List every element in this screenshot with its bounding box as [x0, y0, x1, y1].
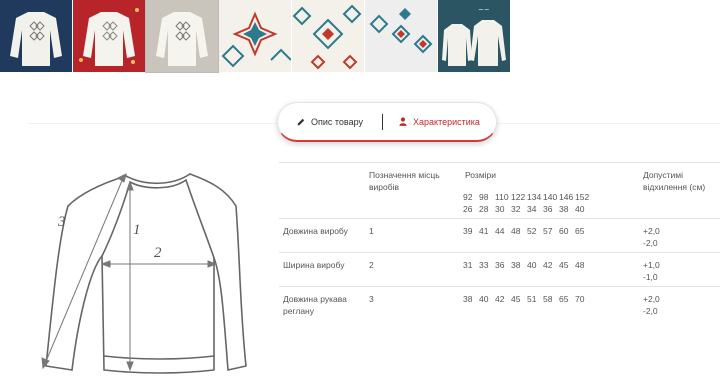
row-values: 38 40 42 45 51 58 65 70: [463, 293, 591, 305]
table-row: Довжина рукава реглану 3 38 40 42 45 51 …: [279, 286, 720, 322]
thumbnail-sweater-pair-teal[interactable]: ~~: [438, 0, 510, 72]
row-tolerance-minus: -1,0: [643, 272, 658, 282]
size-chest: 32: [511, 204, 521, 214]
row-value: 42: [495, 294, 505, 304]
size-chest: 26: [463, 204, 473, 214]
row-value: 58: [543, 294, 553, 304]
row-tolerance-plus: +2,0: [643, 226, 660, 236]
size-chest: 36: [543, 204, 553, 214]
row-value: 65: [575, 226, 585, 236]
row-value: 33: [479, 260, 489, 270]
label-3: 3: [57, 214, 66, 230]
row-mark: 1: [369, 226, 374, 236]
row-value: 45: [559, 260, 569, 270]
table-row: Довжина виробу 1 39 41 44 48 52 57 60 65…: [279, 218, 720, 252]
size-chest: 30: [495, 204, 505, 214]
sizes-chest-row: 26 28 30 32 34 36 38 40: [463, 203, 591, 215]
thumbnail-sweater-navy[interactable]: [0, 0, 72, 72]
table-row: Ширина виробу 2 31 33 36 38 40 42 45 48 …: [279, 252, 720, 286]
thumbnail-sweater-red[interactable]: [73, 0, 145, 72]
header-tolerance: Допустимі відхилення (см): [643, 170, 706, 192]
row-value: 40: [479, 294, 489, 304]
row-value: 42: [543, 260, 553, 270]
row-value: 38: [511, 260, 521, 270]
header-mark: Позначення місць виробів: [369, 170, 440, 192]
row-value: 51: [527, 294, 537, 304]
row-tolerance-minus: -2,0: [643, 306, 658, 316]
row-value: 40: [527, 260, 537, 270]
tab-description[interactable]: Опис товару: [278, 103, 382, 140]
thumbnail-sweater-grey[interactable]: [145, 0, 219, 73]
row-tolerance-minus: -2,0: [643, 238, 658, 248]
size-height: 98: [479, 192, 489, 202]
row-value: 44: [495, 226, 505, 236]
size-height: 92: [463, 192, 473, 202]
size-chest: 34: [527, 204, 537, 214]
row-tolerance-plus: +1,0: [643, 260, 660, 270]
size-height: 152: [575, 192, 590, 202]
row-value: 48: [575, 260, 585, 270]
table-header-row: Позначення місць виробів Розміри 92 98 1…: [279, 162, 720, 218]
size-height: 122: [511, 192, 526, 202]
row-value: 36: [495, 260, 505, 270]
row-value: 65: [559, 294, 569, 304]
size-height: 110: [495, 192, 509, 202]
header-sizes: Розміри: [465, 170, 497, 180]
row-value: 39: [463, 226, 473, 236]
row-value: 31: [463, 260, 473, 270]
label-1: 1: [133, 222, 141, 238]
row-name: Довжина рукава реглану: [283, 294, 347, 316]
row-value: 70: [575, 294, 585, 304]
row-mark: 3: [369, 294, 374, 304]
label-2: 2: [154, 245, 162, 261]
row-values: 31 33 36 38 40 42 45 48: [463, 259, 591, 271]
sizes-height-row: 92 98 110 122 134 140 146 152: [463, 191, 591, 203]
row-name: Ширина виробу: [283, 260, 345, 270]
gallery-thumbnails: ~~: [0, 0, 511, 73]
tab-characteristics-label: Характеристика: [413, 116, 480, 127]
row-value: 57: [543, 226, 553, 236]
tab-description-label: Опис товару: [310, 116, 364, 127]
size-chest: 38: [559, 204, 569, 214]
svg-text:~~: ~~: [478, 6, 490, 14]
size-chest: 28: [479, 204, 489, 214]
user-icon: [399, 117, 407, 126]
row-values: 39 41 44 48 52 57 60 65: [463, 225, 591, 237]
thumbnail-ornament-3[interactable]: [365, 0, 437, 72]
row-value: 38: [463, 294, 473, 304]
size-chest: 40: [575, 204, 585, 214]
size-height: 134: [527, 192, 542, 202]
size-height: 140: [543, 192, 558, 202]
sweater-measurement-diagram: 1 2 3: [41, 173, 247, 374]
thumbnail-ornament-2[interactable]: [292, 0, 364, 72]
row-name: Довжина виробу: [283, 226, 348, 236]
row-value: 45: [511, 294, 521, 304]
product-tabs: Опис товару Характеристика: [277, 102, 497, 142]
pencil-icon: [297, 118, 305, 125]
row-mark: 2: [369, 260, 374, 270]
row-value: 60: [559, 226, 569, 236]
row-value: 41: [479, 226, 489, 236]
thumbnail-ornament-1[interactable]: [219, 0, 291, 72]
row-value: 52: [527, 226, 537, 236]
size-height: 146: [559, 192, 574, 202]
tab-characteristics[interactable]: Характеристика: [383, 103, 496, 140]
row-value: 48: [511, 226, 521, 236]
row-tolerance-plus: +2,0: [643, 294, 660, 304]
